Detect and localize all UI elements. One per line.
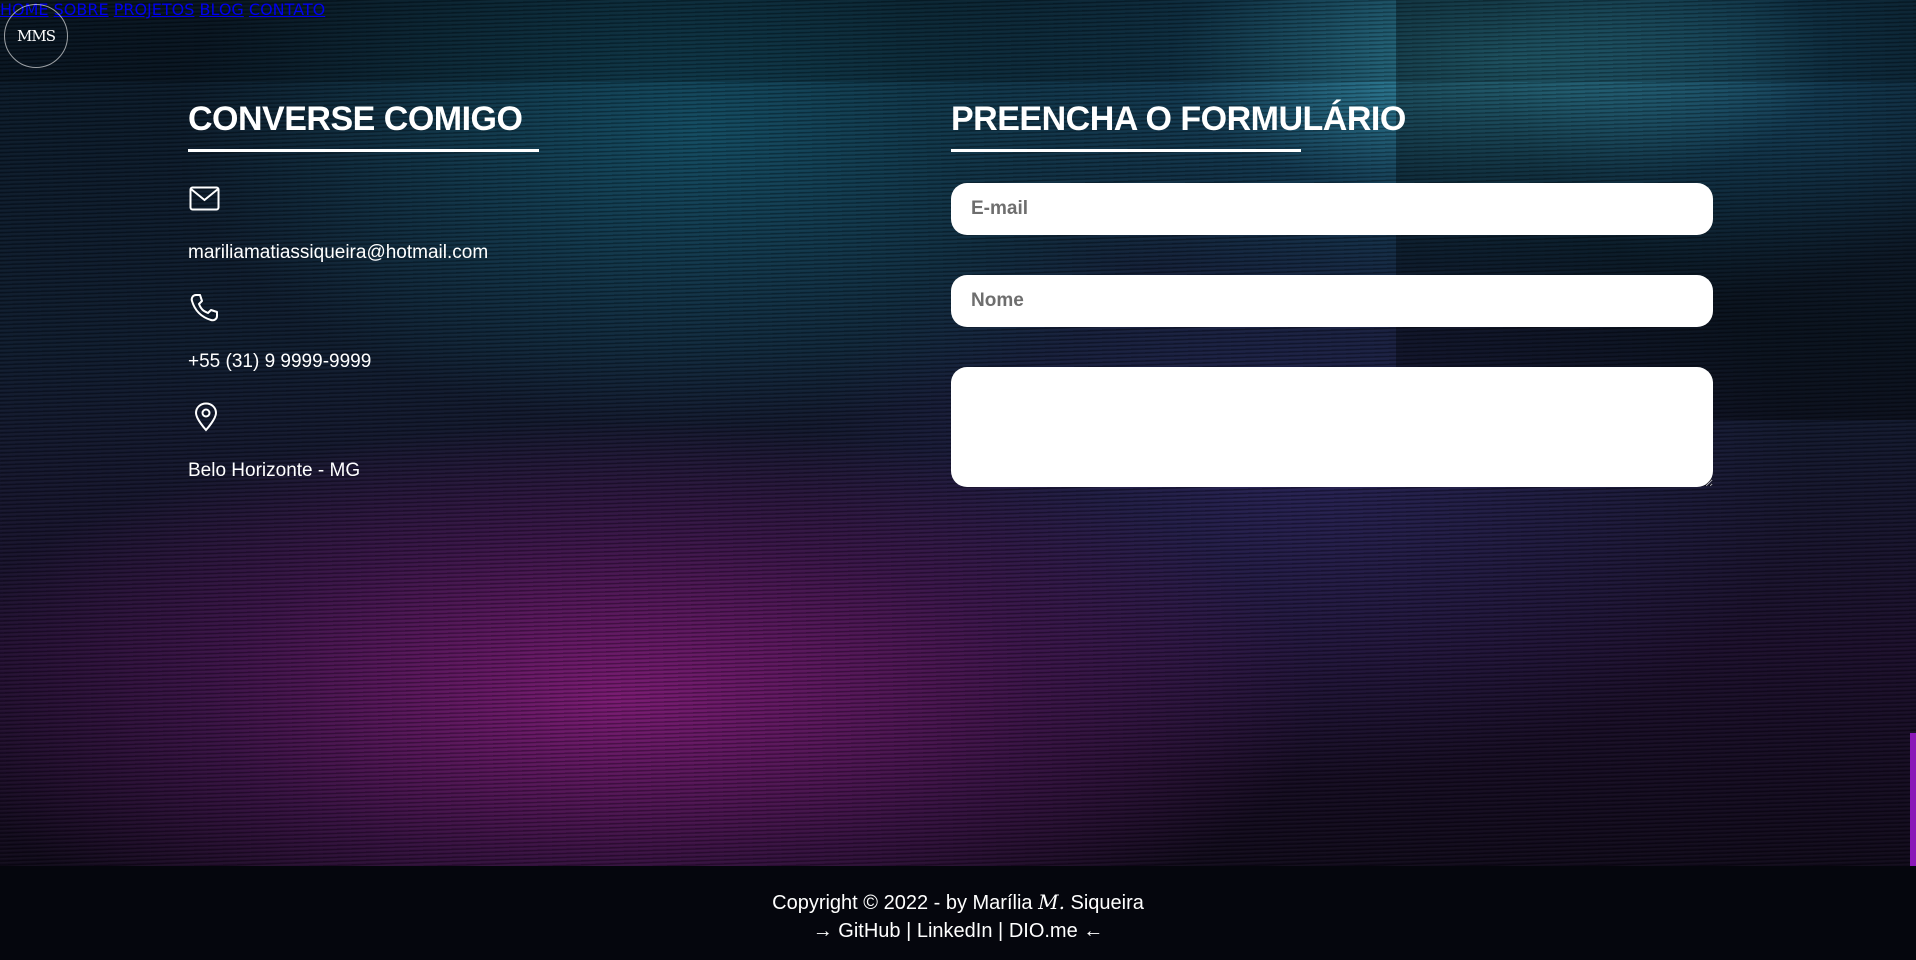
- name-field[interactable]: [951, 275, 1713, 327]
- dio-link[interactable]: DIO.me: [1009, 920, 1078, 942]
- arrow-left-icon: ←: [1083, 920, 1104, 942]
- linkedin-link[interactable]: LinkedIn: [917, 920, 993, 942]
- contact-location: Belo Horizonte - MG: [188, 460, 361, 481]
- nav-blog[interactable]: BLOG: [200, 0, 244, 19]
- nav-sobre[interactable]: SOBRE: [54, 0, 109, 19]
- form-title: PREENCHA O FORMULÁRIO: [951, 100, 1406, 138]
- email-field[interactable]: [951, 183, 1713, 235]
- copyright-prefix: Copyright © 2022 - by Marília: [772, 892, 1039, 914]
- logo-text: MMS: [17, 27, 56, 45]
- envelope-icon: [189, 186, 220, 211]
- github-link[interactable]: GitHub: [838, 920, 900, 942]
- map-pin-icon: [194, 402, 218, 432]
- site-header: MMS HOME SOBRE PROJETOS BLOG CONTATO: [0, 0, 1916, 82]
- form-title-underline: [951, 149, 1301, 152]
- arrow-right-icon: →: [812, 920, 833, 942]
- nav-contato[interactable]: CONTATO: [249, 0, 325, 19]
- nav-projetos[interactable]: PROJETOS: [114, 0, 195, 19]
- phone-icon: [190, 294, 218, 322]
- separator: |: [998, 920, 1004, 942]
- scroll-indicator: [1910, 733, 1916, 866]
- site-footer: Copyright © 2022 - by Marília M. Siqueir…: [0, 866, 1916, 960]
- signature-initial: M.: [1038, 890, 1065, 914]
- separator: |: [906, 920, 912, 942]
- copyright-line: Copyright © 2022 - by Marília M. Siqueir…: [0, 890, 1916, 915]
- contact-email[interactable]: mariliamatiassiqueira@hotmail.com: [188, 242, 488, 264]
- contact-title: CONVERSE COMIGO: [188, 100, 523, 138]
- logo[interactable]: MMS: [4, 4, 68, 68]
- footer-links: → GitHub | LinkedIn | DIO.me ←: [0, 920, 1916, 943]
- copyright-suffix: Siqueira: [1064, 892, 1144, 914]
- contact-phone[interactable]: +55 (31) 9 9999-9999: [188, 351, 371, 373]
- contact-title-underline: [188, 149, 539, 152]
- main-nav: HOME SOBRE PROJETOS BLOG CONTATO: [0, 0, 1916, 19]
- message-field[interactable]: [951, 367, 1713, 487]
